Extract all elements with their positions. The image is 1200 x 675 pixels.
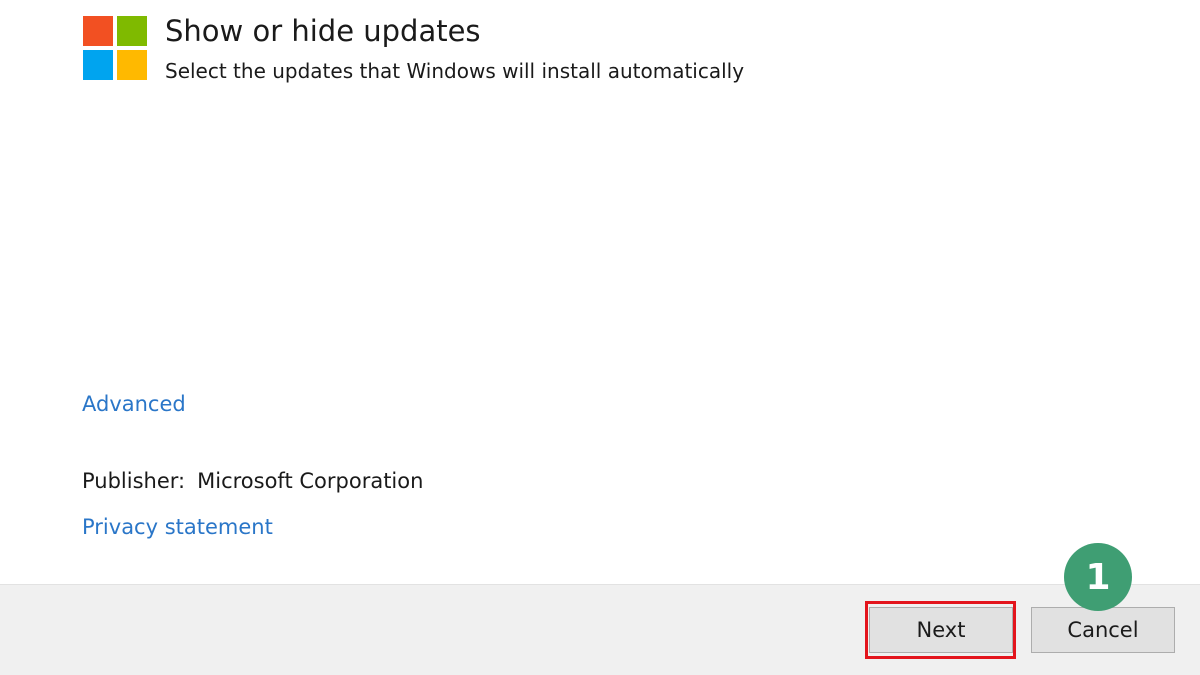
logo-blue-square (83, 50, 113, 80)
publisher-label: Publisher: (82, 469, 186, 493)
logo-red-square (83, 16, 113, 46)
page-title: Show or hide updates (165, 14, 481, 48)
logo-yellow-square (117, 50, 147, 80)
advanced-link[interactable]: Advanced (82, 392, 186, 416)
cancel-button[interactable]: Cancel (1031, 607, 1175, 653)
page-subtitle: Select the updates that Windows will ins… (165, 59, 745, 83)
publisher-value: Microsoft Corporation (197, 469, 424, 493)
windows-logo-icon (83, 16, 147, 80)
button-bar (0, 584, 1200, 675)
show-hide-updates-window: Show or hide updates Select the updates … (0, 0, 1200, 675)
logo-green-square (117, 16, 147, 46)
publisher-info: Publisher: Microsoft Corporation (82, 469, 423, 493)
privacy-statement-link[interactable]: Privacy statement (82, 515, 273, 539)
step-number-badge: 1 (1064, 543, 1132, 611)
next-button[interactable]: Next (869, 607, 1013, 653)
